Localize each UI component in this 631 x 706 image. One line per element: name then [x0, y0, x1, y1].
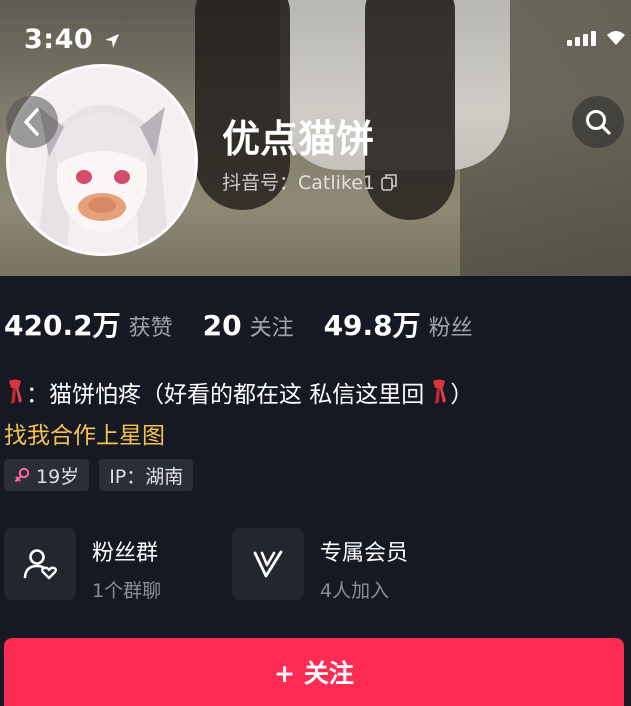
- location-arrow-icon: [105, 33, 120, 48]
- profile-name: 优点猫饼: [222, 117, 375, 161]
- membership-icon: [253, 550, 283, 578]
- stat-followers[interactable]: 49.8万 粉丝: [324, 304, 473, 344]
- follow-button[interactable]: + 关注: [4, 638, 624, 706]
- profile-stats: 420.2万 获赞 20 关注 49.8万 粉丝: [4, 304, 503, 344]
- douyin-id[interactable]: 抖音号：Catlike1: [222, 168, 397, 195]
- profile-tags: 19岁 IP：湖南: [4, 459, 194, 491]
- scarf-emoji-icon: [433, 379, 447, 404]
- copy-icon[interactable]: [381, 173, 397, 191]
- female-icon: [15, 467, 30, 482]
- bio: ：猫饼怕疼（好看的都在这 私信这里回 ）: [4, 375, 473, 409]
- chevron-left-icon: [24, 108, 39, 136]
- signal-icon: [567, 40, 572, 46]
- age-tag: 19岁: [4, 459, 90, 491]
- ip-location-tag: IP：湖南: [99, 459, 194, 491]
- back-button[interactable]: [6, 96, 58, 148]
- search-button[interactable]: [572, 96, 624, 148]
- stat-following[interactable]: 20 关注: [203, 309, 294, 342]
- stat-likes[interactable]: 420.2万 获赞: [4, 304, 173, 344]
- fan-group-icon: [23, 549, 57, 580]
- avatar[interactable]: [6, 64, 198, 256]
- search-icon: [586, 110, 611, 135]
- status-indicators: [567, 30, 627, 46]
- collab-link[interactable]: 找我合作上星图: [4, 416, 165, 450]
- wifi-icon: [607, 31, 625, 45]
- avatar-illustration: [9, 67, 195, 253]
- status-time: 3:40: [24, 24, 121, 55]
- scarf-emoji-icon: [9, 379, 22, 404]
